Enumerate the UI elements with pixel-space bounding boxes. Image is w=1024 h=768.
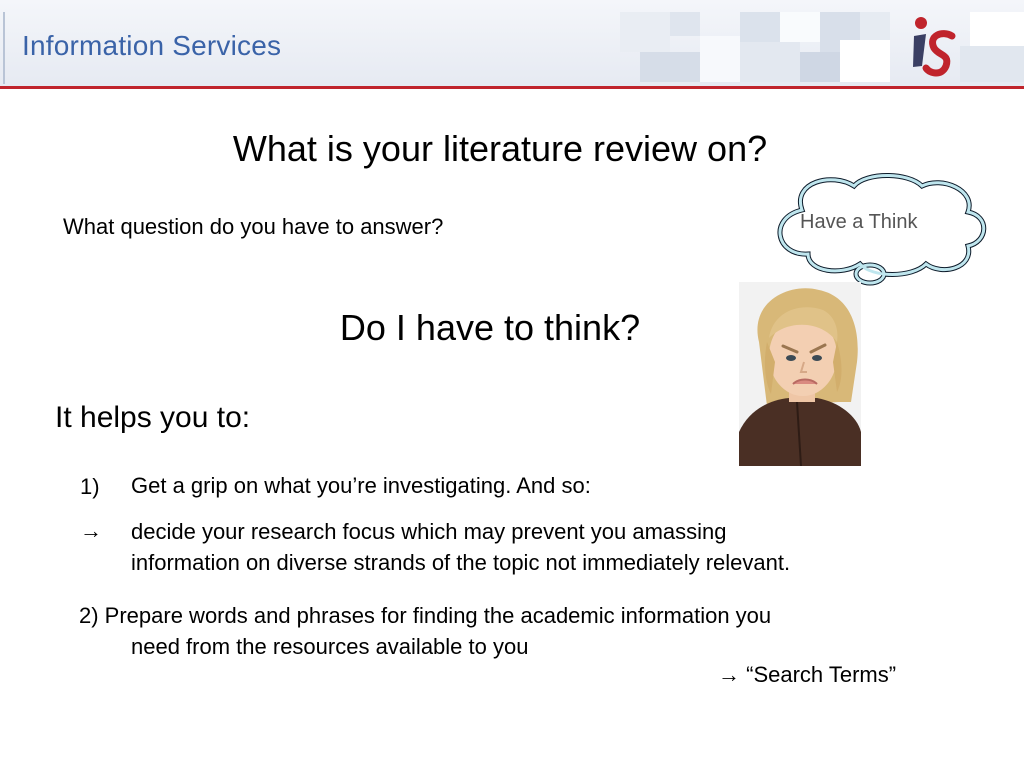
arrow-item-line-1: decide your research focus which may pre… — [131, 519, 727, 544]
arrow-icon: → — [80, 518, 102, 543]
header-banner: Information Services — [0, 0, 1024, 86]
arrow-item-line-2: information on diverse strands of the to… — [131, 550, 791, 575]
header-divider — [3, 12, 5, 84]
search-terms-note: → “Search Terms” — [718, 662, 897, 687]
list-item-1-text: Get a grip on what you’re investigating.… — [131, 473, 591, 498]
header-title: Information Services — [22, 30, 282, 61]
list-item-2-line-2: need from the resources available to you — [131, 634, 529, 659]
thinking-girl-photo — [739, 282, 861, 466]
question-text: What question do you have to answer? — [63, 214, 444, 239]
helps-heading: It helps you to: — [55, 401, 251, 434]
is-logo — [913, 17, 956, 77]
slide-title: What is your literature review on? — [232, 128, 768, 169]
list-item-1-marker: 1) — [80, 474, 100, 499]
header-accent-line — [0, 86, 1024, 89]
list-item-2-line-1: 2) Prepare words and phrases for finding… — [79, 603, 772, 628]
cloud-text: Have a Think — [800, 211, 918, 233]
